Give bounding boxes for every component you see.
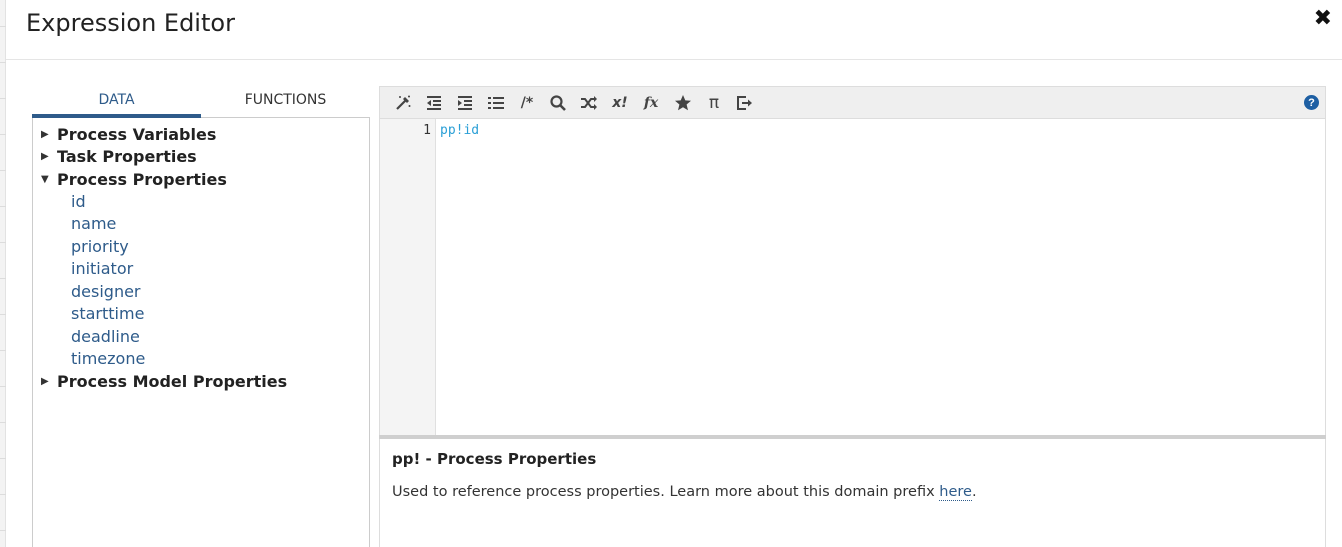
tree-leaf-initiator[interactable]: initiator <box>33 258 369 281</box>
exclaim-icon[interactable]: x! <box>609 93 631 113</box>
expression-editor: /* x! fx π ? 1 pp!id <box>379 86 1326 438</box>
tab-functions[interactable]: FUNCTIONS <box>201 86 370 118</box>
tree-node-label: Process Properties <box>57 169 227 189</box>
tree-node-label: Task Properties <box>57 147 197 167</box>
indent-icon[interactable] <box>454 93 476 113</box>
info-description: Used to reference process properties. Le… <box>392 484 1313 501</box>
tree-node-process-properties[interactable]: ▼ Process Properties <box>33 168 369 191</box>
tree-leaf-name[interactable]: name <box>33 213 369 236</box>
tree-node-process-model-properties[interactable]: ▶ Process Model Properties <box>33 371 369 394</box>
help-icon[interactable]: ? <box>1304 95 1319 110</box>
dialog-title: Expression Editor <box>26 9 235 37</box>
caret-right-icon: ▶ <box>41 151 49 163</box>
tab-data[interactable]: DATA <box>32 86 201 118</box>
caret-right-icon: ▶ <box>41 376 49 388</box>
close-icon[interactable]: ✖ <box>1314 6 1332 30</box>
code-input[interactable]: pp!id <box>436 119 1325 437</box>
learn-more-link[interactable]: here <box>939 484 972 501</box>
pi-icon[interactable]: π <box>703 93 725 113</box>
editor-toolbar: /* x! fx π ? <box>380 87 1325 119</box>
star-icon[interactable] <box>672 93 694 113</box>
search-icon[interactable] <box>547 93 569 113</box>
left-tabs: DATA FUNCTIONS <box>32 86 370 118</box>
info-description-text: Used to reference process properties. Le… <box>392 484 940 500</box>
tree-node-label: Process Model Properties <box>57 372 288 392</box>
tree-leaf-starttime[interactable]: starttime <box>33 303 369 326</box>
code-line[interactable]: pp!id <box>440 123 479 138</box>
caret-right-icon: ▶ <box>41 128 49 140</box>
background-strip <box>0 0 6 547</box>
data-tree: ▶ Process Variables ▶ Task Properties ▼ … <box>32 118 370 547</box>
magic-wand-icon[interactable] <box>392 93 414 113</box>
tree-leaf-designer[interactable]: designer <box>33 281 369 304</box>
line-number: 1 <box>423 123 431 138</box>
caret-down-icon: ▼ <box>41 173 49 185</box>
line-gutter: 1 <box>380 119 436 437</box>
shuffle-icon[interactable] <box>578 93 600 113</box>
tree-node-label: Process Variables <box>57 124 217 144</box>
comment-icon[interactable]: /* <box>516 93 538 113</box>
info-panel: pp! - Process Properties Used to referen… <box>379 439 1326 547</box>
export-icon[interactable] <box>734 93 756 113</box>
outdent-icon[interactable] <box>423 93 445 113</box>
tree-node-process-variables[interactable]: ▶ Process Variables <box>33 123 369 146</box>
list-icon[interactable] <box>485 93 507 113</box>
tree-leaf-priority[interactable]: priority <box>33 236 369 259</box>
info-description-suffix: . <box>971 484 977 500</box>
tree-leaf-deadline[interactable]: deadline <box>33 326 369 349</box>
tree-node-task-properties[interactable]: ▶ Task Properties <box>33 146 369 169</box>
info-title: pp! - Process Properties <box>392 450 597 468</box>
tree-leaf-timezone[interactable]: timezone <box>33 348 369 371</box>
dialog-header: Expression Editor ✖ <box>6 0 1342 60</box>
tree-leaf-id[interactable]: id <box>33 191 369 214</box>
function-icon[interactable]: fx <box>640 93 662 113</box>
